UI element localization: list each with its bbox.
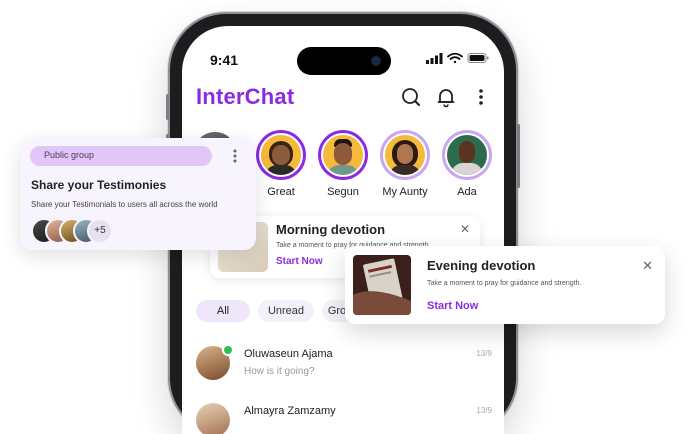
group-type-badge: Public group [30, 146, 212, 166]
filter-chip-unread[interactable]: Unread [258, 300, 314, 322]
devotion-title: Evening devotion [427, 258, 536, 273]
story-label: Segun [327, 186, 359, 198]
search-icon[interactable] [400, 86, 422, 108]
devotion-title: Morning devotion [276, 222, 386, 237]
dynamic-island [297, 47, 391, 75]
devotion-thumbnail [353, 255, 411, 315]
app-header: InterChat [182, 76, 504, 120]
story-great[interactable]: Great [254, 130, 308, 198]
start-now-link[interactable]: Start Now [427, 300, 478, 312]
chat-preview: How is it going? [244, 366, 315, 377]
evening-devotion-card[interactable]: Evening devotion Take a moment to pray f… [345, 246, 665, 324]
chat-name: Oluwaseun Ajama [244, 348, 333, 360]
status-bar: 9:41 [182, 26, 504, 75]
public-group-card[interactable]: Public group Share your Testimonies Shar… [20, 138, 256, 250]
status-icons [426, 52, 489, 64]
avatar [321, 133, 365, 177]
chat-row[interactable]: Oluwaseun Ajama How is it going? 13/9 [196, 344, 504, 386]
more-vertical-icon[interactable] [470, 86, 492, 108]
wifi-icon [447, 52, 463, 64]
battery-icon [467, 53, 489, 63]
camera-icon [371, 56, 381, 66]
avatar [196, 403, 230, 434]
story-ring [256, 130, 306, 180]
signal-icon [426, 53, 443, 64]
story-ring [442, 130, 492, 180]
member-avatars: +5 [31, 218, 141, 244]
devotion-description: Take a moment to pray for guidance and s… [427, 280, 582, 287]
story-ring [318, 130, 368, 180]
start-now-link[interactable]: Start Now [276, 256, 323, 267]
story-ring [380, 130, 430, 180]
member-count-badge: +5 [87, 218, 113, 244]
close-icon[interactable]: ✕ [642, 258, 653, 274]
story-label: My Aunty [382, 186, 428, 198]
chat-date: 13/9 [476, 406, 492, 415]
filter-chip-all[interactable]: All [196, 300, 250, 322]
close-icon[interactable]: ✕ [460, 222, 470, 236]
chat-name: Almayra Zamzamy [244, 405, 336, 417]
bell-icon[interactable] [435, 86, 457, 108]
online-status-dot [222, 344, 234, 356]
group-description: Share your Testimonials to users all acr… [31, 200, 218, 209]
avatar [383, 133, 427, 177]
story-segun[interactable]: Segun [316, 130, 370, 198]
chat-row[interactable]: Almayra Zamzamy 13/9 [196, 403, 504, 434]
more-vertical-icon[interactable] [233, 149, 237, 163]
app-title: InterChat [196, 84, 295, 109]
status-time: 9:41 [210, 52, 239, 68]
power-button [517, 124, 520, 188]
story-ada[interactable]: Ada [440, 130, 494, 198]
avatar [259, 133, 303, 177]
group-type-label: Public group [44, 150, 95, 160]
group-title: Share your Testimonies [31, 178, 167, 192]
avatar [445, 133, 489, 177]
story-my-aunty[interactable]: My Aunty [378, 130, 432, 198]
story-label: Great [267, 186, 295, 198]
chat-date: 13/9 [476, 349, 492, 358]
story-label: Ada [457, 186, 477, 198]
side-button [166, 94, 169, 120]
